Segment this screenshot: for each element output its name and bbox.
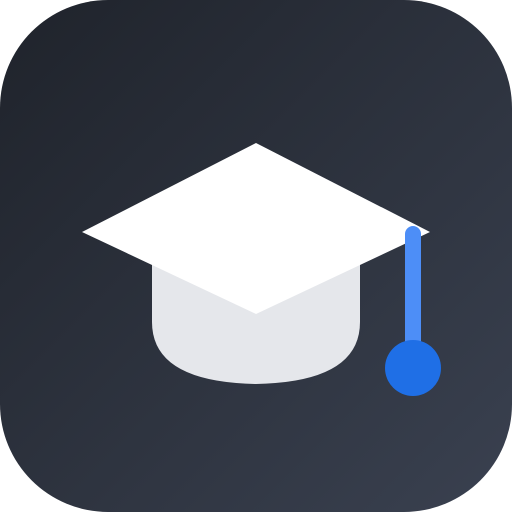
mortarboard-top	[82, 143, 430, 314]
graduation-cap-icon	[82, 143, 441, 396]
tassel-knot	[385, 340, 441, 396]
app-icon	[0, 0, 512, 512]
